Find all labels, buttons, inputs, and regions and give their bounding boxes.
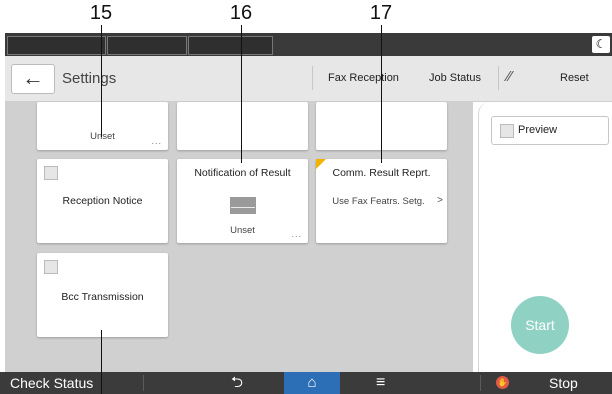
mail-icon <box>230 197 256 214</box>
reset-button[interactable]: Reset <box>560 72 589 84</box>
status-segment-2 <box>107 36 187 55</box>
bcc-transmission-checkbox[interactable] <box>44 260 58 274</box>
reception-notice-label: Reception Notice <box>62 195 143 207</box>
reset-wand-icon: ⁄⁄ <box>507 68 513 85</box>
start-button[interactable]: Start <box>511 296 569 354</box>
comm-result-report-value: Use Fax Featrs. Setg. <box>332 196 425 207</box>
fax-reception-button[interactable]: Fax Reception <box>328 72 399 84</box>
callout-16: 16 <box>229 2 253 24</box>
more-icon: ... <box>291 229 302 239</box>
header-divider <box>498 66 499 90</box>
menu-icon[interactable]: ≡ <box>376 372 385 394</box>
preview-toggle[interactable]: Preview <box>491 116 609 145</box>
bcc-transmission-card[interactable]: Bcc Transmission <box>37 253 168 337</box>
callout-line-bottom <box>101 330 102 394</box>
callout-15: 15 <box>89 2 113 24</box>
check-status-button[interactable]: Check Status <box>10 372 93 394</box>
notification-of-result-card[interactable]: Notification of Result Unset ... <box>177 159 308 243</box>
setting-card-top-middle[interactable] <box>177 102 308 150</box>
energy-saver-icon[interactable]: ☾ <box>592 36 610 53</box>
page-title: Settings <box>62 70 117 87</box>
bcc-transmission-label: Bcc Transmission <box>61 291 144 303</box>
settings-header: ← Settings Fax Reception Job Status ⁄⁄ R… <box>5 56 612 102</box>
comm-result-report-label: Comm. Result Reprt. <box>332 167 431 179</box>
status-segment-1 <box>7 36 106 55</box>
callout-line-17 <box>381 25 382 163</box>
reception-notice-checkbox[interactable] <box>44 166 58 180</box>
reception-notice-card[interactable]: Reception Notice <box>37 159 168 243</box>
settings-grid: Unset ... Reception Notice Notification … <box>5 102 473 372</box>
top-status-bar: ☾ <box>5 33 612 56</box>
stop-icon: ✋ <box>496 376 509 389</box>
callout-line-15 <box>101 25 102 137</box>
home-icon[interactable]: ⌂ <box>284 372 340 394</box>
header-divider <box>312 66 313 90</box>
setting-card-top-left[interactable]: Unset ... <box>37 102 168 150</box>
notification-value: Unset <box>230 225 255 236</box>
preview-checkbox[interactable] <box>500 124 514 138</box>
stop-button[interactable]: Stop <box>549 372 578 394</box>
more-icon: ... <box>151 136 162 146</box>
job-status-button[interactable]: Job Status <box>429 72 481 84</box>
right-panel: Preview Start <box>478 102 612 372</box>
notification-of-result-label: Notification of Result <box>194 167 291 179</box>
setting-value: Unset <box>90 131 115 142</box>
preview-label: Preview <box>518 124 558 136</box>
bottom-divider <box>480 375 481 391</box>
callout-line-16 <box>241 25 242 163</box>
back-icon[interactable]: ⮌ <box>231 372 243 394</box>
bottom-divider <box>143 375 144 391</box>
chevron-right-icon: > <box>437 195 443 206</box>
callout-17: 17 <box>369 2 393 24</box>
comm-result-report-card[interactable]: Comm. Result Reprt. Use Fax Featrs. Setg… <box>316 159 447 243</box>
back-button[interactable]: ← <box>11 64 55 94</box>
status-segment-3 <box>188 36 273 55</box>
bottom-bar: Check Status ⮌ ⌂ ≡ ✋ Stop <box>0 372 612 394</box>
